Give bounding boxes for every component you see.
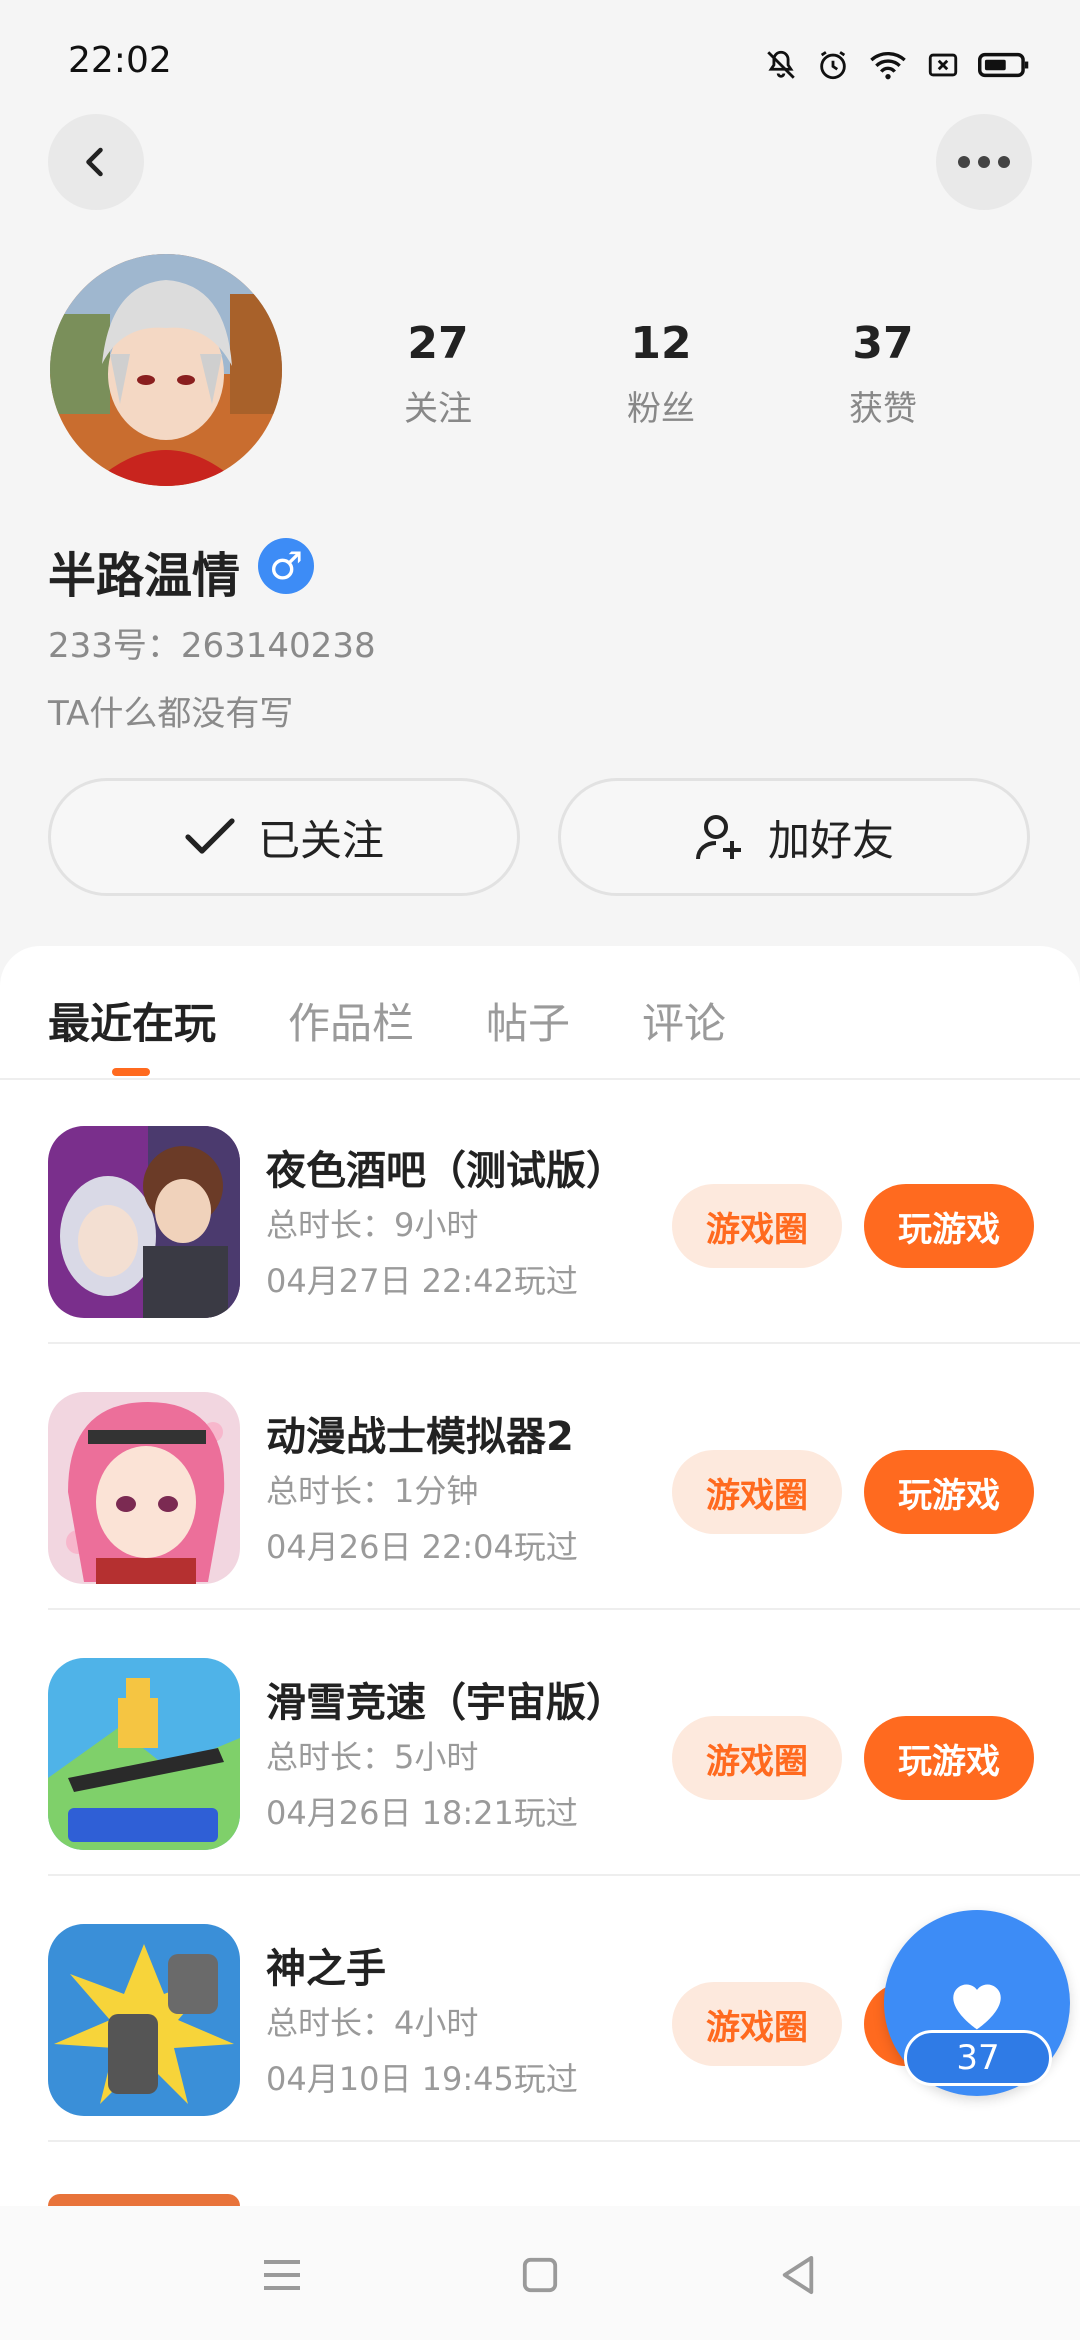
stat-likes-value: 37 bbox=[852, 318, 914, 369]
game-icon[interactable] bbox=[48, 1924, 240, 2116]
gender-symbol: ♂ bbox=[268, 544, 304, 588]
game-last-played: 04月10日 19:45玩过 bbox=[266, 2060, 578, 2098]
game-icon-partial bbox=[48, 2194, 240, 2206]
more-button[interactable] bbox=[936, 114, 1032, 210]
add-user-icon bbox=[695, 815, 741, 860]
game-icon[interactable] bbox=[48, 1658, 240, 1850]
user-bio: TA什么都没有写 bbox=[48, 694, 294, 734]
game-circle-button[interactable]: 游戏圈 bbox=[672, 1716, 842, 1800]
back-nav-button[interactable] bbox=[768, 2250, 828, 2300]
play-game-button[interactable]: 玩游戏 bbox=[864, 1450, 1034, 1534]
game-last-played: 04月26日 18:21玩过 bbox=[266, 1794, 578, 1832]
status-icons bbox=[764, 48, 1030, 82]
game-icon[interactable] bbox=[48, 1126, 240, 1318]
bell-off-icon bbox=[767, 50, 795, 79]
game-title: 神之手 bbox=[266, 1946, 386, 1992]
stat-likes-label: 获赞 bbox=[849, 389, 917, 429]
game-title: 夜色酒吧（测试版） bbox=[266, 1148, 626, 1194]
alarm-icon bbox=[820, 51, 846, 80]
check-icon bbox=[185, 818, 235, 854]
add-friend-label: 加好友 bbox=[767, 815, 894, 865]
avatar-image bbox=[50, 254, 282, 486]
tab-works[interactable]: 作品栏 bbox=[288, 990, 414, 1051]
game-row[interactable]: 滑雪竞速（宇宙版） 总时长：5小时 04月26日 18:21玩过 游戏圈 玩游戏 bbox=[48, 1610, 1080, 1876]
game-duration: 总时长：9小时 bbox=[266, 1206, 479, 1244]
game-last-played: 04月26日 22:04玩过 bbox=[266, 1528, 578, 1566]
tab-bar: 最近在玩 作品栏 帖子 评论 bbox=[0, 946, 1080, 1080]
tab-comments[interactable]: 评论 bbox=[642, 990, 726, 1051]
game-duration: 总时长：5小时 bbox=[266, 1738, 479, 1776]
sim-off-icon bbox=[928, 53, 958, 77]
game-row[interactable]: 夜色酒吧（测试版） 总时长：9小时 04月27日 22:42玩过 游戏圈 玩游戏 bbox=[48, 1078, 1080, 1344]
menu-icon bbox=[264, 2260, 300, 2290]
stat-followers-value: 12 bbox=[630, 318, 692, 369]
game-icon-hand-of-god bbox=[48, 1924, 240, 2116]
game-icon-ski-race bbox=[48, 1658, 240, 1850]
avatar[interactable] bbox=[50, 254, 282, 486]
like-count-badge: 37 bbox=[904, 2030, 1052, 2086]
back-triangle-icon bbox=[782, 2256, 814, 2294]
game-title: 滑雪竞速（宇宙版） bbox=[266, 1680, 626, 1726]
user-id: 233号：263140238 bbox=[48, 626, 376, 666]
tab-indicator bbox=[112, 1068, 150, 1076]
game-title: 动漫战士模拟器2 bbox=[266, 1414, 574, 1460]
tab-recent-play[interactable]: 最近在玩 bbox=[48, 990, 216, 1051]
stat-following-label: 关注 bbox=[404, 389, 472, 429]
stat-following[interactable]: 27 关注 bbox=[358, 318, 518, 430]
play-game-button[interactable]: 玩游戏 bbox=[864, 1184, 1034, 1268]
more-dots-icon bbox=[958, 156, 1010, 168]
game-duration: 总时长：1分钟 bbox=[266, 1472, 479, 1510]
game-circle-button[interactable]: 游戏圈 bbox=[672, 1450, 842, 1534]
status-time: 22:02 bbox=[68, 40, 172, 81]
game-last-played: 04月27日 22:42玩过 bbox=[266, 1262, 578, 1300]
back-button[interactable] bbox=[48, 114, 144, 210]
tab-posts[interactable]: 帖子 bbox=[486, 990, 570, 1051]
game-circle-button[interactable]: 游戏圈 bbox=[672, 1184, 842, 1268]
add-friend-button[interactable]: 加好友 bbox=[558, 778, 1030, 896]
game-duration: 总时长：4小时 bbox=[266, 2004, 479, 2042]
home-square-icon bbox=[522, 2257, 558, 2293]
stat-following-value: 27 bbox=[407, 318, 469, 369]
system-nav-bar bbox=[0, 2206, 1080, 2340]
back-arrow-icon bbox=[86, 147, 103, 177]
username: 半路温情 bbox=[48, 548, 241, 604]
game-circle-button[interactable]: 游戏圈 bbox=[672, 1982, 842, 2066]
followed-label: 已关注 bbox=[257, 815, 384, 865]
heart-icon bbox=[953, 1984, 1001, 2030]
status-bar: 22:02 bbox=[0, 0, 1080, 130]
game-icon[interactable] bbox=[48, 1392, 240, 1584]
battery-icon bbox=[978, 52, 1029, 78]
stat-likes[interactable]: 37 获赞 bbox=[803, 318, 963, 430]
followed-button[interactable]: 已关注 bbox=[48, 778, 520, 896]
game-icon-night-bar bbox=[48, 1126, 240, 1318]
game-icon-anime-warrior bbox=[48, 1392, 240, 1584]
home-nav-button[interactable] bbox=[510, 2250, 570, 2300]
stat-followers[interactable]: 12 粉丝 bbox=[581, 318, 741, 430]
stat-followers-label: 粉丝 bbox=[627, 389, 695, 429]
game-row[interactable]: 动漫战士模拟器2 总时长：1分钟 04月26日 22:04玩过 游戏圈 玩游戏 bbox=[48, 1344, 1080, 1610]
menu-nav-button[interactable] bbox=[252, 2250, 312, 2300]
gender-male-icon: ♂ bbox=[258, 538, 314, 594]
play-game-button[interactable]: 玩游戏 bbox=[864, 1716, 1034, 1800]
wifi-icon bbox=[870, 52, 906, 80]
